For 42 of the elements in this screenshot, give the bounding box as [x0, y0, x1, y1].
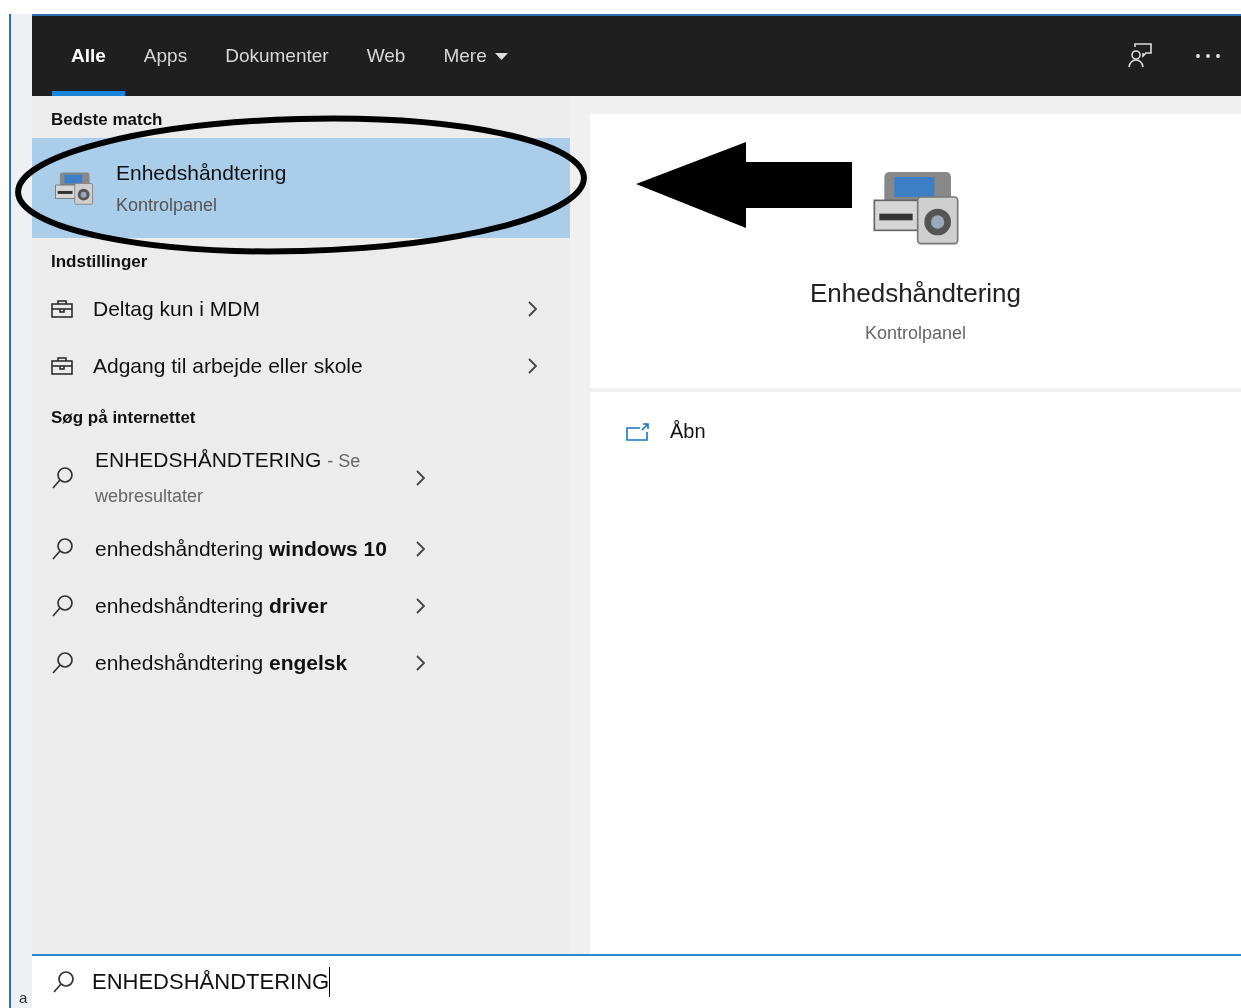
web-result-item[interactable]: enhedshåndtering driver — [32, 577, 570, 634]
tab[interactable]: Web — [347, 16, 425, 96]
tab[interactable]: Mere — [424, 16, 527, 96]
web-result-item[interactable]: enhedshåndtering windows 10 — [32, 520, 570, 577]
result-text: enhedshåndtering windows 10 — [95, 536, 388, 562]
result-subtitle: Kontrolpanel — [116, 194, 219, 216]
more-icon[interactable] — [1195, 53, 1221, 59]
feedback-icon[interactable] — [1127, 42, 1155, 70]
item-label: Adgang til arbejde eller skole — [93, 353, 364, 378]
tab[interactable]: Apps — [124, 16, 207, 96]
section-heading: Bedste match — [50, 109, 164, 131]
search-icon — [51, 593, 75, 618]
settings-item[interactable]: Adgang til arbejde eller skole — [32, 337, 570, 394]
search-icon — [51, 650, 75, 675]
settings-item[interactable]: Deltag kun i MDM — [32, 280, 570, 337]
result-title: Enhedshåndtering — [116, 160, 287, 185]
search-icon — [51, 466, 75, 490]
chevron-icon — [415, 596, 426, 615]
tab[interactable]: Dokumenter — [206, 16, 348, 96]
result-item[interactable]: Enhedshåndtering Kontrolpanel — [32, 138, 570, 238]
section-heading: Indstillinger — [50, 251, 149, 273]
open-action[interactable]: Åbn — [626, 420, 1205, 443]
chevron-icon — [527, 299, 538, 318]
chevron-icon — [415, 539, 426, 558]
section-heading: Søg på internettet — [50, 407, 197, 429]
result-text: ENHEDSHÅNDTERING - Se webresultater — [95, 447, 362, 508]
briefcase-icon — [51, 356, 73, 375]
detail-subtitle: Kontrolpanel — [864, 323, 967, 344]
item-label: Deltag kun i MDM — [93, 296, 261, 321]
background-text: a — [18, 989, 28, 1008]
chevron-icon — [527, 356, 538, 375]
briefcase-icon — [51, 299, 73, 318]
web-result-item[interactable]: ENHEDSHÅNDTERING - Se webresultater — [32, 436, 570, 520]
search-icon — [51, 536, 75, 561]
chevron-icon — [415, 469, 426, 487]
chevron-icon — [415, 653, 426, 672]
detail-title: Enhedshåndtering — [809, 278, 1022, 309]
search-icon — [52, 970, 76, 994]
open-external-icon — [626, 422, 650, 441]
result-text: enhedshåndtering engelsk — [95, 650, 349, 676]
result-text: enhedshåndtering driver — [95, 593, 329, 619]
web-result-item[interactable]: enhedshåndtering engelsk — [32, 634, 570, 691]
